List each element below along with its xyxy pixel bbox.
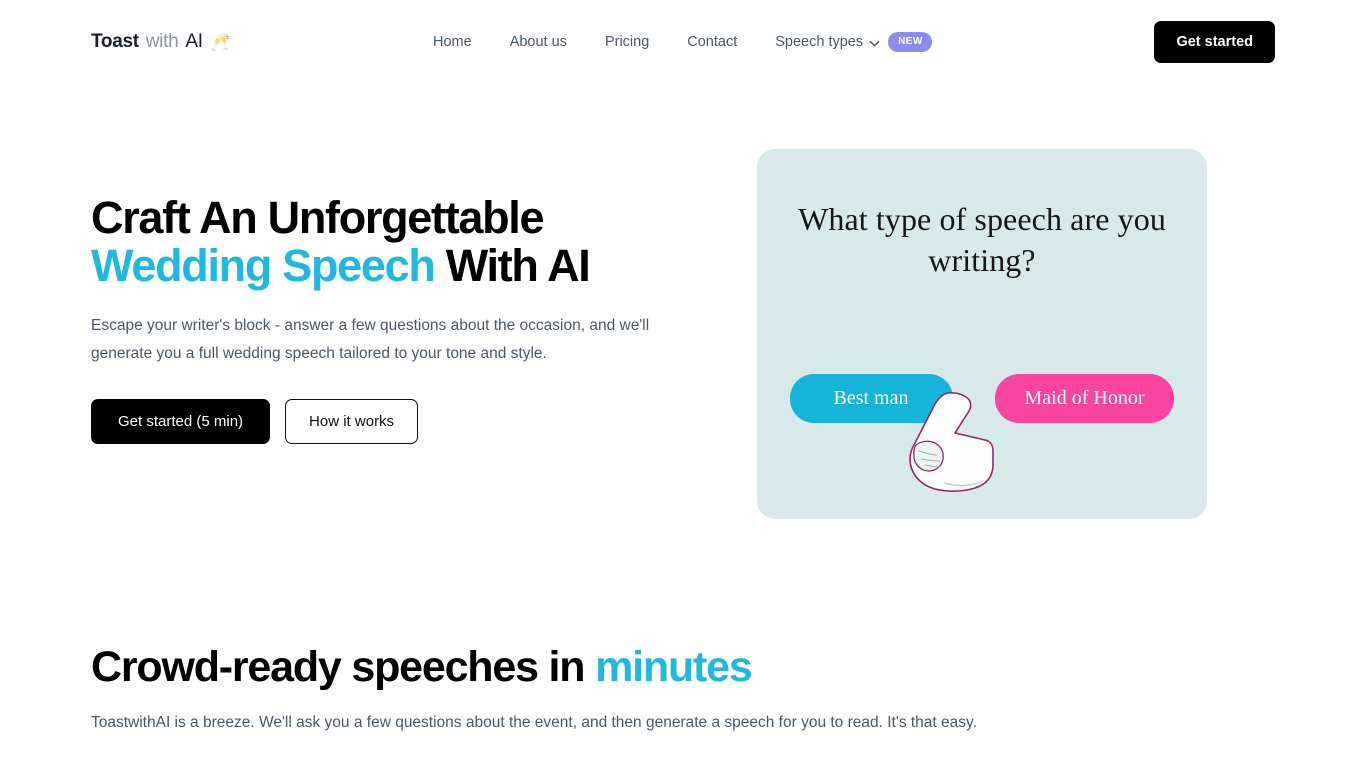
nav-item-home[interactable]: Home — [433, 34, 491, 50]
site-header: Toast with AI 🥂 Home About us Pricing Cont… — [0, 0, 1366, 84]
chevron-down-icon — [869, 38, 880, 49]
nav-item-contact[interactable]: Contact — [668, 34, 756, 50]
hero-copy: Craft An Unforgettable Wedding Speech Wi… — [91, 149, 691, 445]
nav-item-label: Pricing — [604, 34, 650, 50]
speech-type-options: Best man Maid of Honor — [757, 374, 1207, 423]
how-it-works-button[interactable]: How it works — [285, 399, 419, 445]
brand-name-toast: Toast — [91, 31, 139, 52]
champagne-glasses-icon: 🥂 — [209, 32, 231, 52]
section-title-main: Crowd-ready speeches in — [91, 643, 596, 691]
speech-type-card: What type of speech are you writing? Bes… — [757, 149, 1207, 519]
nav-item-label: Home — [433, 34, 472, 50]
section-title: Crowd-ready speeches in minutes — [91, 643, 1275, 691]
hero-cta-group: Get started (5 min) How it works — [91, 399, 691, 445]
section-subtitle: ToastwithAI is a breeze. We'll ask you a… — [91, 714, 977, 732]
section-title-accent: minutes — [595, 643, 753, 691]
nav-item-speech-types[interactable]: Speech types NEW — [756, 32, 950, 52]
nav-item-about-us[interactable]: About us — [491, 34, 586, 50]
hero-title-line2-rest: With AI — [434, 239, 591, 291]
main-navigation: Home About us Pricing Contact Speech typ… — [433, 32, 951, 52]
nav-item-label: Contact — [687, 34, 738, 50]
nav-item-label: Speech types — [775, 34, 864, 50]
nav-item-label: About us — [509, 34, 567, 50]
hero-subtitle: Escape your writer's block - answer a fe… — [91, 317, 650, 363]
speech-type-option-best-man[interactable]: Best man — [789, 374, 953, 423]
page-title: Craft An Unforgettable Wedding Speech Wi… — [91, 194, 691, 289]
header-get-started-button[interactable]: Get started — [1154, 21, 1275, 63]
brand-logo[interactable]: Toast with AI 🥂 — [91, 31, 231, 53]
hero-title-line1: Craft An Unforgettable — [91, 192, 545, 243]
speech-type-question: What type of speech are you writing? — [798, 201, 1166, 278]
hero-title-accent: Wedding Speech — [91, 239, 436, 291]
hero-get-started-button[interactable]: Get started (5 min) — [91, 399, 271, 445]
speech-type-option-maid-of-honor[interactable]: Maid of Honor — [994, 374, 1175, 423]
nav-item-pricing[interactable]: Pricing — [586, 34, 668, 50]
features-section: Crowd-ready speeches in minutes Toastwit… — [0, 643, 1366, 737]
hero-section: Craft An Unforgettable Wedding Speech Wi… — [0, 149, 1366, 519]
brand-name-with: with — [145, 31, 179, 52]
brand-name-ai: AI — [185, 31, 203, 52]
hero-illustration: What type of speech are you writing? Bes… — [757, 149, 1207, 519]
status-badge-new: NEW — [888, 32, 932, 52]
